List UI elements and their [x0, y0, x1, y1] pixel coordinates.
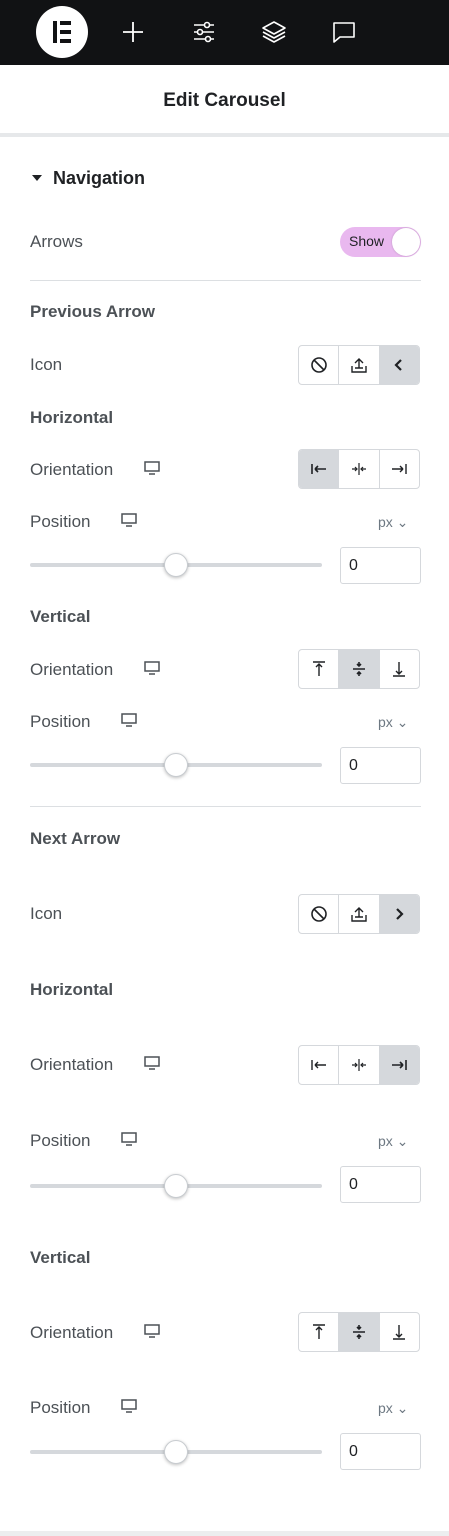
- panel-title: Edit Carousel: [163, 90, 286, 111]
- monitor-icon: [121, 1132, 137, 1146]
- monitor-icon: [144, 661, 160, 675]
- toggle-thumb: [392, 228, 420, 256]
- unit-selector[interactable]: px ⌄: [378, 514, 408, 531]
- align-left-icon[interactable]: [299, 450, 339, 488]
- align-top-icon[interactable]: [299, 650, 338, 688]
- monitor-icon: [144, 1324, 160, 1338]
- unit-label: px: [378, 514, 393, 530]
- top-toolbar: [0, 0, 449, 65]
- sliders-icon[interactable]: [186, 14, 222, 50]
- prev-vertical-slider-handle[interactable]: [164, 753, 188, 777]
- next-horizontal-position-input[interactable]: 0: [340, 1166, 421, 1203]
- align-center-icon[interactable]: [338, 1046, 378, 1084]
- chevron-right-icon[interactable]: [378, 895, 419, 933]
- ban-icon[interactable]: [299, 895, 338, 933]
- unit-selector[interactable]: px ⌄: [378, 1400, 408, 1417]
- unit-label: px: [378, 1133, 393, 1149]
- unit-label: px: [378, 1400, 393, 1416]
- arrows-label: Arrows: [30, 232, 83, 251]
- next-icon-label: Icon: [30, 904, 63, 923]
- next-horizontal-position-label: Position: [30, 1131, 91, 1150]
- next-vertical-position-label: Position: [30, 1398, 91, 1417]
- prev-vertical-orientation-chooser: [298, 649, 420, 689]
- monitor-icon: [121, 713, 137, 727]
- align-center-icon[interactable]: [338, 450, 378, 488]
- caret-down-icon: [32, 175, 42, 181]
- panel-footer-divider: [0, 1531, 449, 1536]
- align-bottom-icon[interactable]: [378, 1313, 419, 1351]
- next-vertical-orientation-chooser: [298, 1312, 420, 1352]
- plus-icon[interactable]: [115, 14, 151, 50]
- arrows-toggle-label: Show: [349, 233, 385, 249]
- prev-horizontal-title: Horizontal: [30, 408, 114, 427]
- prev-horizontal-orientation-label: Orientation: [30, 460, 114, 479]
- next-horizontal-orientation-chooser: [298, 1045, 420, 1085]
- unit-selector[interactable]: px ⌄: [378, 714, 408, 731]
- ban-icon[interactable]: [299, 346, 338, 384]
- prev-icon-label: Icon: [30, 355, 63, 374]
- align-middle-icon[interactable]: [338, 1313, 379, 1351]
- monitor-icon: [121, 1399, 137, 1413]
- upload-icon[interactable]: [338, 346, 378, 384]
- arrows-toggle[interactable]: Show: [340, 227, 421, 257]
- align-left-icon[interactable]: [299, 1046, 338, 1084]
- chevron-left-icon[interactable]: [378, 346, 419, 384]
- align-top-icon[interactable]: [299, 1313, 338, 1351]
- prev-horizontal-position-label: Position: [30, 512, 91, 531]
- elementor-logo-icon[interactable]: [36, 6, 88, 58]
- next-vertical-title: Vertical: [30, 1248, 91, 1267]
- divider: [30, 280, 421, 281]
- navigation-section-label: Navigation: [53, 168, 146, 188]
- layers-icon[interactable]: [256, 14, 292, 50]
- prev-vertical-title: Vertical: [30, 607, 91, 626]
- prev-horizontal-orientation-chooser: [298, 449, 420, 489]
- panel-header: Edit Carousel: [0, 65, 449, 137]
- upload-icon[interactable]: [338, 895, 378, 933]
- next-vertical-slider-handle[interactable]: [164, 1440, 188, 1464]
- next-arrow-title: Next Arrow: [30, 829, 121, 848]
- next-vertical-orientation-label: Orientation: [30, 1323, 114, 1342]
- align-right-icon[interactable]: [378, 450, 419, 488]
- chat-icon[interactable]: [326, 14, 362, 50]
- prev-vertical-position-input[interactable]: 0: [340, 747, 421, 784]
- prev-icon-chooser: [298, 345, 420, 385]
- next-horizontal-slider-handle[interactable]: [164, 1174, 188, 1198]
- next-horizontal-title: Horizontal: [30, 980, 114, 999]
- align-bottom-icon[interactable]: [378, 650, 419, 688]
- monitor-icon: [121, 513, 137, 527]
- unit-label: px: [378, 714, 393, 730]
- next-horizontal-orientation-label: Orientation: [30, 1055, 114, 1074]
- prev-horizontal-slider-handle[interactable]: [164, 553, 188, 577]
- align-middle-icon[interactable]: [338, 650, 379, 688]
- monitor-icon: [144, 1056, 160, 1070]
- divider: [30, 806, 421, 807]
- previous-arrow-title: Previous Arrow: [30, 302, 156, 321]
- prev-vertical-orientation-label: Orientation: [30, 660, 114, 679]
- unit-selector[interactable]: px ⌄: [378, 1133, 408, 1150]
- next-icon-chooser: [298, 894, 420, 934]
- prev-vertical-position-label: Position: [30, 712, 91, 731]
- align-right-icon[interactable]: [378, 1046, 419, 1084]
- prev-horizontal-position-input[interactable]: 0: [340, 547, 421, 584]
- next-vertical-position-input[interactable]: 0: [340, 1433, 421, 1470]
- monitor-icon: [144, 461, 160, 475]
